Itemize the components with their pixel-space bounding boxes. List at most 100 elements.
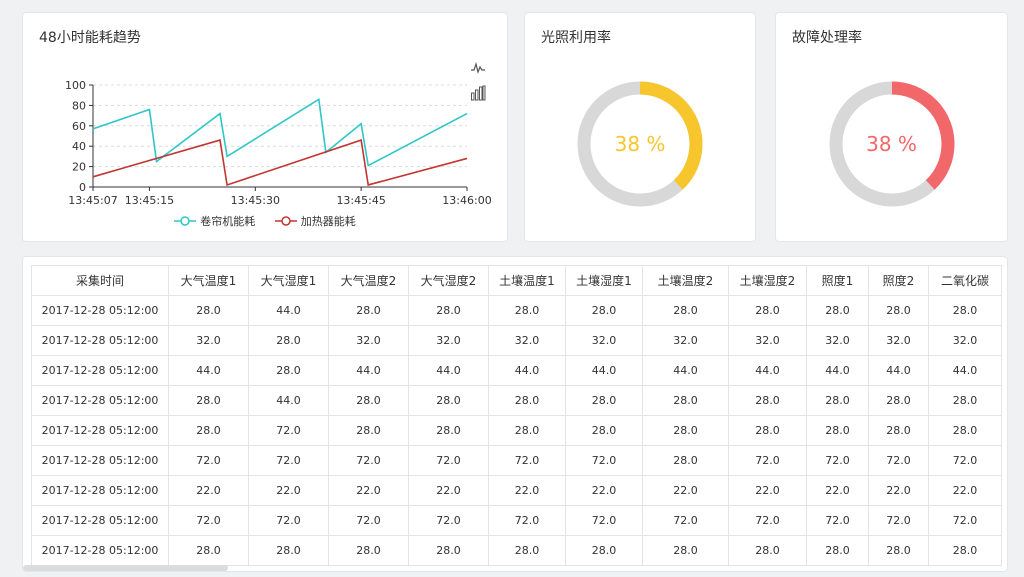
fault-handling-gauge: 38 % [827, 79, 957, 209]
table-cell: 72.0 [928, 445, 1002, 476]
table-cell: 72.0 [868, 445, 929, 476]
column-header: 大气湿度1 [248, 265, 329, 296]
table-row[interactable]: 2017-12-28 05:12:00 44.0 28.0 44.0 44.0 44.0 4… [31, 355, 1002, 386]
sensor-data-table: 采集时间 大气温度1 大气湿度1 大气温度2 大气湿度2 土壤温度1 土壤湿度1 土壤温度2 土… [31, 265, 1002, 566]
table-cell: 44.0 [328, 355, 409, 386]
table-row[interactable]: 2017-12-28 05:12:00 22.0 22.0 22.0 22.0 22.0 2… [31, 475, 1002, 506]
light-utilization-value: 38 % [614, 132, 666, 156]
table-cell: 28.0 [565, 415, 643, 446]
table-cell: 28.0 [408, 415, 489, 446]
table-cell: 72.0 [642, 505, 729, 536]
table-cell: 28.0 [328, 385, 409, 416]
x-tick-label: 13:45:07 [68, 194, 117, 207]
table-cell: 32.0 [928, 325, 1002, 356]
table-cell: 28.0 [248, 325, 329, 356]
table-cell: 32.0 [168, 325, 249, 356]
light-utilization-gauge: 38 % [575, 79, 705, 209]
y-tick-label: 80 [72, 99, 86, 112]
legend-item-series-1[interactable]: 卷帘机能耗 [174, 213, 255, 229]
table-cell: 2017-12-28 05:12:00 [31, 295, 169, 326]
table-cell: 44.0 [928, 355, 1002, 386]
table-cell: 72.0 [168, 505, 249, 536]
table-cell: 28.0 [565, 295, 643, 326]
table-cell: 32.0 [565, 325, 643, 356]
table-cell: 72.0 [928, 505, 1002, 536]
table-cell: 72.0 [408, 505, 489, 536]
table-cell: 44.0 [488, 355, 566, 386]
table-cell: 28.0 [488, 295, 566, 326]
table-row[interactable]: 2017-12-28 05:12:00 28.0 44.0 28.0 28.0 28.0 2… [31, 295, 1002, 326]
table-cell: 28.0 [168, 535, 249, 566]
column-header: 照度1 [806, 265, 869, 296]
table-cell: 28.0 [248, 535, 329, 566]
table-cell: 28.0 [488, 415, 566, 446]
table-cell: 28.0 [806, 385, 869, 416]
legend-marker-series-2 [274, 216, 297, 226]
table-cell: 22.0 [488, 475, 566, 506]
table-cell: 22.0 [248, 475, 329, 506]
light-utilization-title: 光照利用率 [541, 30, 611, 46]
table-cell: 72.0 [328, 505, 409, 536]
table-cell: 28.0 [642, 535, 729, 566]
table-cell: 32.0 [868, 325, 929, 356]
column-header: 采集时间 [31, 265, 169, 296]
table-cell: 28.0 [168, 385, 249, 416]
table-row[interactable]: 2017-12-28 05:12:00 72.0 72.0 72.0 72.0 72.0 7… [31, 505, 1002, 536]
table-cell: 72.0 [328, 445, 409, 476]
column-header: 大气温度2 [328, 265, 409, 296]
sensor-data-card: 采集时间 大气温度1 大气湿度1 大气温度2 大气湿度2 土壤温度1 土壤湿度1 土壤温度2 土… [22, 256, 1008, 572]
table-cell: 28.0 [728, 385, 807, 416]
x-tick-label: 13:45:15 [125, 194, 174, 207]
table-cell: 28.0 [642, 385, 729, 416]
y-tick-label: 40 [72, 140, 86, 153]
table-cell: 28.0 [168, 295, 249, 326]
x-tick-label: 13:45:30 [231, 194, 280, 207]
table-cell: 22.0 [806, 475, 869, 506]
table-cell: 28.0 [565, 385, 643, 416]
horizontal-scrollbar[interactable] [23, 565, 228, 571]
column-header: 二氧化碳 [928, 265, 1002, 296]
table-cell: 2017-12-28 05:12:00 [31, 415, 169, 446]
table-cell: 72.0 [488, 505, 566, 536]
table-cell: 72.0 [488, 445, 566, 476]
table-cell: 72.0 [565, 445, 643, 476]
y-tick-label: 0 [79, 181, 86, 194]
table-cell: 28.0 [328, 535, 409, 566]
table-cell: 72.0 [248, 505, 329, 536]
table-cell: 72.0 [728, 445, 807, 476]
table-cell: 28.0 [565, 535, 643, 566]
table-cell: 28.0 [806, 535, 869, 566]
table-cell: 28.0 [928, 535, 1002, 566]
table-cell: 2017-12-28 05:12:00 [31, 535, 169, 566]
table-cell: 72.0 [408, 445, 489, 476]
table-cell: 28.0 [328, 295, 409, 326]
table-cell: 28.0 [728, 535, 807, 566]
table-cell: 22.0 [168, 475, 249, 506]
table-row[interactable]: 2017-12-28 05:12:00 28.0 44.0 28.0 28.0 28.0 2… [31, 385, 1002, 416]
table-cell: 44.0 [248, 295, 329, 326]
x-tick-label: 13:45:45 [336, 194, 385, 207]
table-row[interactable]: 2017-12-28 05:12:00 28.0 28.0 28.0 28.0 28.0 2… [31, 535, 1002, 566]
column-header: 土壤温度2 [642, 265, 729, 296]
table-row[interactable]: 2017-12-28 05:12:00 72.0 72.0 72.0 72.0 72.0 7… [31, 445, 1002, 476]
table-cell: 22.0 [565, 475, 643, 506]
table-cell: 28.0 [806, 295, 869, 326]
table-header-row: 采集时间 大气温度1 大气湿度1 大气温度2 大气湿度2 土壤温度1 土壤湿度1 土壤温度2 土… [31, 265, 1002, 296]
table-cell: 2017-12-28 05:12:00 [31, 355, 169, 386]
table-cell: 2017-12-28 05:12:00 [31, 475, 169, 506]
table-row[interactable]: 2017-12-28 05:12:00 28.0 72.0 28.0 28.0 28.0 2… [31, 415, 1002, 446]
table-cell: 28.0 [928, 415, 1002, 446]
legend-item-series-2[interactable]: 加热器能耗 [274, 213, 356, 229]
table-cell: 32.0 [408, 325, 489, 356]
table-cell: 28.0 [488, 385, 566, 416]
table-row[interactable]: 2017-12-28 05:12:00 32.0 28.0 32.0 32.0 32.0 3… [31, 325, 1002, 356]
chart-legend: 卷帘机能耗 加热器能耗 [23, 213, 507, 230]
table-cell: 28.0 [408, 535, 489, 566]
column-header: 大气温度1 [168, 265, 249, 296]
table-cell: 28.0 [868, 295, 929, 326]
table-cell: 28.0 [642, 445, 729, 476]
table-cell: 22.0 [928, 475, 1002, 506]
table-cell: 72.0 [806, 505, 869, 536]
table-cell: 22.0 [328, 475, 409, 506]
energy-trend-chart: 0 20 40 60 80 100 13:45:07 13:45:15 13:45:30 13:4… [65, 79, 492, 207]
